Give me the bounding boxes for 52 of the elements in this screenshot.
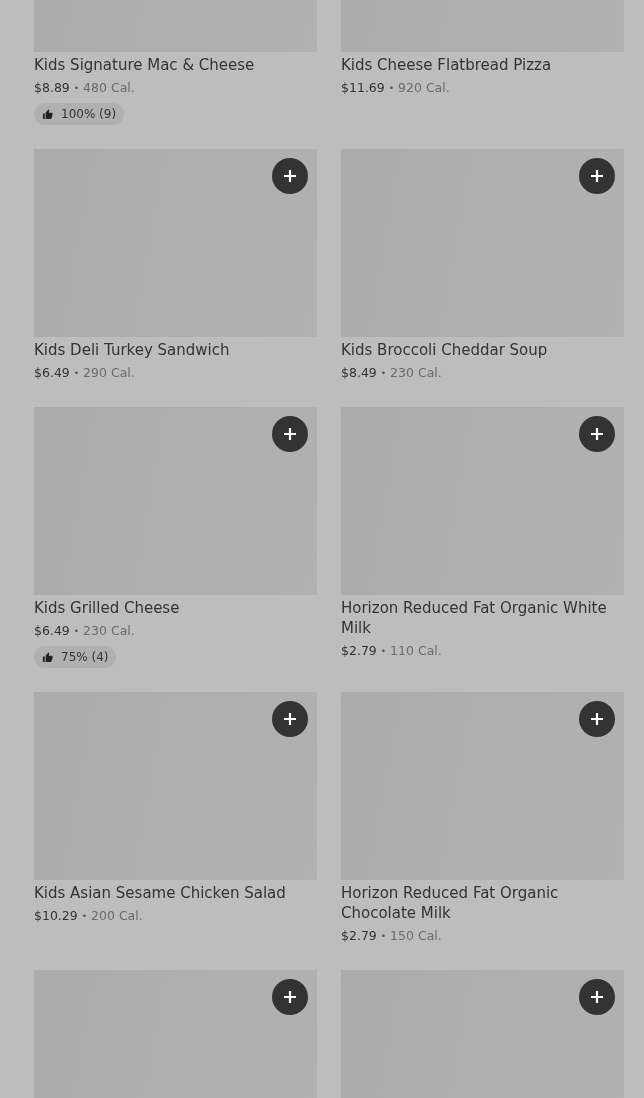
separator-dot: • bbox=[73, 82, 80, 95]
add-button[interactable] bbox=[272, 416, 308, 452]
separator-dot: • bbox=[380, 367, 387, 380]
separator-dot: • bbox=[380, 930, 387, 943]
item-calories: 480 Cal. bbox=[83, 79, 135, 97]
item-calories: 200 Cal. bbox=[91, 907, 143, 925]
plus-icon bbox=[590, 169, 604, 183]
thumbs-up-icon bbox=[42, 651, 53, 663]
separator-dot: • bbox=[73, 625, 80, 638]
rating-badge: 100% (9) bbox=[34, 103, 125, 125]
plus-icon bbox=[590, 990, 604, 1004]
item-price: $11.69 bbox=[341, 79, 385, 97]
add-button[interactable] bbox=[579, 158, 615, 194]
plus-icon bbox=[590, 712, 604, 726]
item-price: $2.79 bbox=[341, 927, 377, 945]
add-button[interactable] bbox=[579, 701, 615, 737]
plus-icon bbox=[283, 990, 297, 1004]
plus-icon bbox=[283, 712, 297, 726]
item-calories: 920 Cal. bbox=[398, 79, 450, 97]
add-button[interactable] bbox=[272, 979, 308, 1015]
add-button[interactable] bbox=[272, 701, 308, 737]
item-price: $2.79 bbox=[341, 642, 377, 660]
item-name: Kids Broccoli Cheddar Soup bbox=[341, 340, 549, 360]
separator-dot: • bbox=[388, 82, 395, 95]
separator-dot: • bbox=[73, 367, 80, 380]
add-button[interactable] bbox=[579, 979, 615, 1015]
item-name: Kids Grilled Cheese bbox=[34, 598, 181, 618]
item-calories: 290 Cal. bbox=[83, 364, 135, 382]
item-name: Kids Deli Turkey Sandwich bbox=[34, 340, 231, 360]
plus-icon bbox=[283, 169, 297, 183]
item-price: $8.89 bbox=[34, 79, 70, 97]
item-calories: 230 Cal. bbox=[390, 364, 442, 382]
plus-icon bbox=[590, 427, 604, 441]
item-price: $6.49 bbox=[34, 622, 70, 640]
item-name: Kids Cheese Flatbread Pizza bbox=[341, 55, 553, 75]
item-name: Horizon Reduced Fat Organic Chocolate Milk bbox=[341, 883, 560, 923]
separator-dot: • bbox=[380, 645, 387, 658]
thumbs-up-icon bbox=[42, 108, 53, 120]
item-calories: 230 Cal. bbox=[83, 622, 135, 640]
item-name: Horizon Reduced Fat Organic White Milk bbox=[341, 598, 608, 638]
item-calories: 110 Cal. bbox=[390, 642, 442, 660]
item-name: Kids Signature Mac & Cheese bbox=[34, 55, 256, 75]
add-button[interactable] bbox=[272, 158, 308, 194]
add-button[interactable] bbox=[579, 416, 615, 452]
separator-dot: • bbox=[81, 910, 88, 923]
item-name: Kids Asian Sesame Chicken Salad bbox=[34, 883, 287, 903]
item-price: $6.49 bbox=[34, 364, 70, 382]
item-calories: 150 Cal. bbox=[390, 927, 442, 945]
plus-icon bbox=[283, 427, 297, 441]
rating-badge: 75% (4) bbox=[34, 646, 117, 668]
item-price: $8.49 bbox=[341, 364, 377, 382]
item-price: $10.29 bbox=[34, 907, 78, 925]
